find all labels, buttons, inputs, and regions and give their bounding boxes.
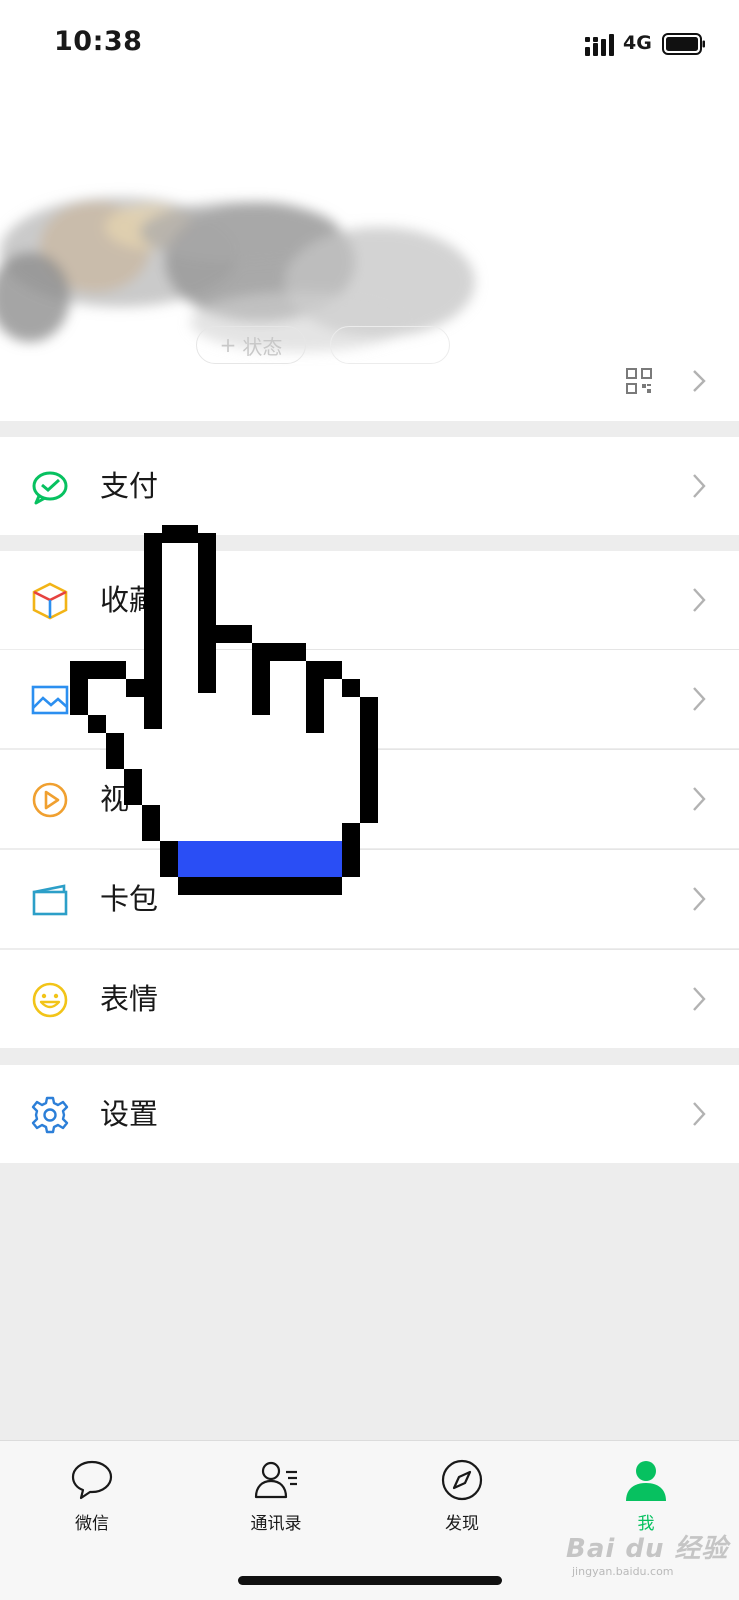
hand-cursor-icon: [70, 525, 378, 895]
stickers-icon: [32, 982, 68, 1018]
chevron-right-icon: [693, 987, 706, 1011]
settings-icon: [31, 1096, 69, 1134]
menu-label: 支付: [100, 469, 159, 503]
person-icon: [626, 1461, 666, 1501]
tab-me[interactable]: 我: [586, 1457, 706, 1537]
chevron-right-icon: [693, 787, 706, 811]
status-bar: 10:38 4G: [0, 0, 739, 92]
tab-label: 通讯录: [250, 1514, 302, 1534]
qr-code-icon[interactable]: [626, 368, 652, 394]
pay-icon: [32, 471, 68, 505]
menu-row-pay[interactable]: 支付: [0, 437, 739, 535]
baidu-watermark: Bai du 经验 jingyan.baidu.com: [566, 1528, 729, 1578]
plus-icon: +: [219, 333, 237, 357]
battery-icon: [662, 33, 705, 55]
tab-label: 微信: [75, 1514, 109, 1534]
menu-row-settings[interactable]: 设置: [0, 1065, 739, 1163]
network-type: 4G: [623, 32, 652, 54]
status-button-label: 状态: [242, 334, 283, 359]
add-status-button[interactable]: + 状态: [196, 326, 306, 364]
watermark-brand: Bai du 经验: [566, 1534, 729, 1564]
tab-chats[interactable]: 微信: [32, 1457, 152, 1537]
chat-bubble-icon: [71, 1460, 113, 1500]
friend-status-chip[interactable]: [330, 326, 450, 364]
cards-icon: [32, 884, 68, 916]
chevron-right-icon: [693, 687, 706, 711]
menu-row-stickers[interactable]: 表情: [0, 950, 739, 1048]
home-indicator[interactable]: [238, 1576, 502, 1585]
tab-label: 发现: [445, 1514, 479, 1534]
chevron-right-icon: [693, 588, 706, 612]
chevron-right-icon: [693, 370, 706, 392]
tab-contacts[interactable]: 通讯录: [216, 1457, 336, 1537]
watermark-url: jingyan.baidu.com: [572, 1565, 674, 1578]
chevron-right-icon: [693, 887, 706, 911]
cellular-signal-icon: [585, 34, 614, 56]
menu-label: 设置: [100, 1097, 159, 1131]
moments-icon: [31, 685, 69, 715]
contacts-icon: [254, 1461, 297, 1499]
favorites-icon: [32, 582, 68, 620]
compass-icon: [441, 1459, 483, 1501]
chevron-right-icon: [693, 1102, 706, 1126]
channels-icon: [32, 782, 68, 818]
profile-header[interactable]: + 状态: [0, 92, 739, 421]
status-time: 10:38: [54, 26, 143, 57]
chevron-right-icon: [693, 474, 706, 498]
tab-discover[interactable]: 发现: [402, 1457, 522, 1537]
menu-label: 表情: [100, 982, 159, 1016]
